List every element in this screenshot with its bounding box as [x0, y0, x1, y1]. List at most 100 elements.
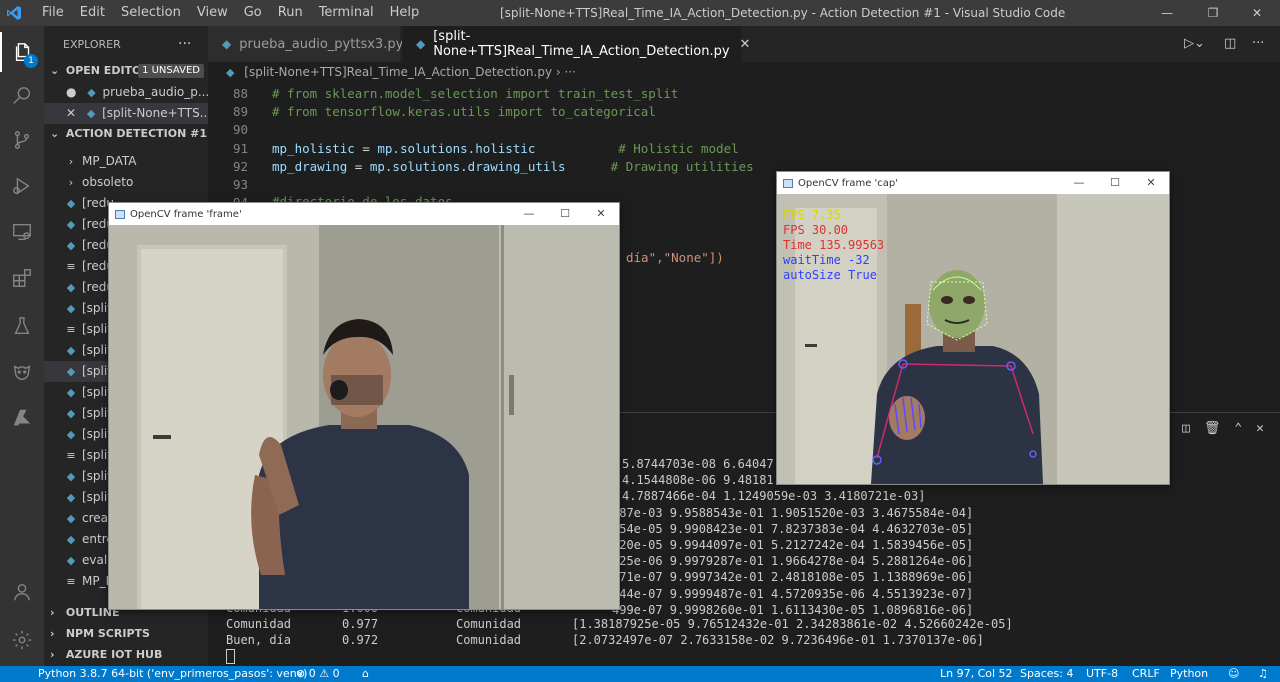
chevron-down-icon: ⌄ [50, 64, 60, 77]
breadcrumb[interactable]: ◆ [split-None+TTS]Real_Time_IA_Action_De… [208, 62, 1280, 82]
menu-run[interactable]: Run [270, 0, 311, 26]
maximize-button[interactable]: ☐ [1097, 172, 1133, 194]
maximize-panel-icon[interactable]: ⌃ [1234, 421, 1242, 436]
azure-iot-hub-section[interactable]: › AZURE IOT HUB [44, 645, 208, 665]
minimize-button[interactable]: — [1061, 172, 1097, 194]
azure-icon[interactable] [0, 398, 44, 438]
python-file-icon: ◆ [66, 239, 76, 252]
live-share-icon[interactable]: ⌂ [362, 666, 369, 682]
menu-file[interactable]: File [34, 0, 72, 26]
python-file-icon: ◆ [226, 66, 235, 79]
close-button[interactable]: ✕ [1133, 172, 1169, 194]
gitlens-icon[interactable] [0, 352, 44, 392]
opencv-cap-title: OpenCV frame 'cap' [798, 177, 899, 189]
minimize-button[interactable]: — [511, 203, 547, 225]
split-terminal-icon[interactable]: ◫ [1182, 421, 1190, 436]
line-number: 91 [232, 140, 248, 156]
menu-view[interactable]: View [189, 0, 236, 26]
open-editors-section[interactable]: ⌄ OPEN EDITORS 1 UNSAVED [44, 61, 208, 81]
code-line: mp_holistic = mp.solutions.holistic # Ho… [272, 141, 739, 156]
cap-overlay-line: FPS 30.00 [783, 223, 849, 237]
unsaved-dot-icon[interactable]: ● [66, 85, 76, 99]
menu-selection[interactable]: Selection [113, 0, 189, 26]
terminal-output-line: 587e-03 9.9588543e-01 1.9051520e-03 3.46… [612, 505, 974, 520]
source-control-icon[interactable] [0, 120, 44, 160]
file-name: MP_DATA [82, 154, 137, 168]
terminal-output-line: 371e-07 9.9997342e-01 2.4818108e-05 1.13… [612, 570, 974, 585]
code-line: # from sklearn.model_selection import tr… [272, 86, 678, 101]
encoding-status[interactable]: UTF-8 [1086, 666, 1118, 682]
close-panel-icon[interactable]: ✕ [1256, 421, 1264, 436]
window-title: [split-None+TTS]Real_Time_IA_Action_Dete… [500, 6, 1066, 20]
menu-help[interactable]: Help [382, 0, 428, 26]
extensions-icon[interactable] [0, 258, 44, 298]
project-section[interactable]: ⌄ ACTION DETECTION #1 [44, 124, 208, 144]
azure-iot-hub-label: AZURE IOT HUB [65, 648, 163, 661]
split-editor-icon[interactable]: ◫ [1224, 36, 1236, 51]
opencv-cap-window[interactable]: OpenCV frame 'cap' — ☐ ✕ FPS 7.35 FPS 30… [776, 171, 1170, 485]
search-icon[interactable] [0, 76, 44, 116]
line-number: 89 [232, 104, 248, 120]
close-editor-icon[interactable]: ✕ [66, 106, 76, 120]
terminal-label: Comunidad [226, 617, 292, 632]
folder-item[interactable]: › obsoleto [44, 172, 208, 193]
run-file-icon[interactable]: ▷⌄ [1184, 36, 1205, 51]
chevron-right-icon: › [68, 176, 74, 189]
language-mode-status[interactable]: Python [1170, 666, 1208, 682]
cap-overlay-line: waitTime -32 [783, 253, 870, 267]
line-number: 93 [232, 177, 248, 192]
npm-scripts-section[interactable]: › NPM SCRIPTS [44, 624, 208, 644]
python-file-icon: ◆ [66, 386, 76, 399]
opencv-frame-window[interactable]: OpenCV frame 'frame' — ☐ ✕ [108, 202, 620, 610]
eol-status[interactable]: CRLF [1132, 666, 1160, 682]
notifications-bell-icon[interactable]: ♫ [1258, 666, 1268, 682]
code-fragment-list: día","None"]) [626, 250, 724, 265]
restore-button[interactable]: ❐ [1190, 0, 1236, 26]
terminal-score: 0.977 [342, 617, 379, 632]
problems-status[interactable]: ⊗ 0 ⚠ 0 [296, 666, 340, 682]
breadcrumb-separator: › [555, 65, 561, 79]
python-interpreter-status[interactable]: Python 3.8.7 64-bit ('env_primeros_pasos… [38, 666, 307, 682]
breadcrumb-file[interactable]: [split-None+TTS]Real_Time_IA_Action_Dete… [244, 65, 552, 79]
trash-icon[interactable]: 🗑 [1204, 421, 1221, 436]
python-file-icon: ◆ [66, 218, 76, 231]
terminal-output-line: 144e-07 9.9999487e-01 4.5720935e-06 4.55… [612, 586, 974, 601]
open-editor-item[interactable]: ✕ ◆ [split-None+TTS... [44, 103, 208, 124]
settings-gear-icon[interactable] [0, 620, 44, 660]
close-button[interactable]: ✕ [583, 203, 619, 225]
remote-explorer-icon[interactable] [0, 212, 44, 252]
minimize-button[interactable]: — [1144, 0, 1190, 26]
folder-item[interactable]: › MP_DATA [44, 151, 208, 172]
text-file-icon: ≡ [66, 575, 76, 588]
run-debug-icon[interactable] [0, 166, 44, 206]
terminal-output-line: 620e-05 9.9944097e-01 5.2127242e-04 1.58… [612, 538, 974, 552]
terminal-score: 0.972 [342, 633, 379, 648]
maximize-button[interactable]: ☐ [547, 203, 583, 225]
menu-edit[interactable]: Edit [72, 0, 113, 26]
terminal-output-line: 4.1544808e-06 9.48181 [622, 473, 774, 488]
code-line: mp_drawing = mp.solutions.drawing_utils … [272, 159, 754, 174]
breadcrumb-more[interactable]: ··· [565, 65, 576, 79]
more-actions-icon[interactable]: ··· [178, 36, 191, 52]
opencv-frame-title: OpenCV frame 'frame' [130, 208, 242, 220]
files-icon[interactable]: 1 [0, 32, 44, 72]
panel-actions: ◫ 🗑 ⌃ ✕ [1182, 421, 1264, 436]
tab-real-time-action-detection[interactable]: ◆ [split-None+TTS]Real_Time_IA_Action_De… [402, 26, 750, 62]
account-status-icon[interactable]: ☺ [1228, 666, 1239, 682]
menu-go[interactable]: Go [236, 0, 270, 26]
menu-terminal[interactable]: Terminal [311, 0, 382, 26]
testing-icon[interactable] [0, 306, 44, 346]
close-window-button[interactable]: ✕ [1234, 0, 1280, 26]
open-editor-item[interactable]: ● ◆ prueba_audio_p... [44, 82, 208, 103]
close-tab-icon[interactable]: ✕ [740, 37, 751, 52]
open-editor-name: [split-None+TTS... [102, 106, 208, 120]
tab-label: prueba_audio_pyttsx3.py [239, 36, 404, 52]
more-actions-icon[interactable]: ··· [1252, 36, 1264, 51]
tab-prueba-audio[interactable]: ◆ prueba_audio_pyttsx3.py ● [208, 26, 422, 62]
cursor-position-status[interactable]: Ln 97, Col 52 [940, 666, 1013, 682]
account-icon[interactable] [0, 572, 44, 612]
editor-tabs: ◆ prueba_audio_pyttsx3.py ● ◆ [split-Non… [208, 26, 1280, 62]
indentation-status[interactable]: Spaces: 4 [1020, 666, 1073, 682]
explorer-title: EXPLORER [63, 37, 121, 51]
python-file-icon: ◆ [86, 107, 96, 120]
